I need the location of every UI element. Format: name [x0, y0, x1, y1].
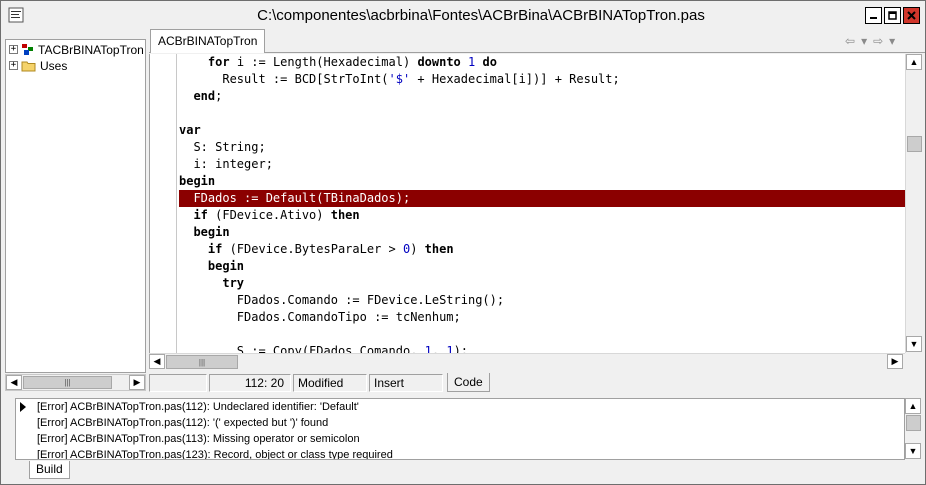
- message-item[interactable]: [Error] ACBrBINATopTron.pas(112): Undecl…: [37, 400, 359, 415]
- cursor-position: 112: 20: [209, 374, 291, 392]
- scroll-down-icon[interactable]: ▼: [906, 336, 922, 352]
- scroll-up-icon[interactable]: ▲: [905, 398, 921, 414]
- code-line: i: integer;: [179, 157, 273, 171]
- ide-window: C:\componentes\acbrbina\Fontes\ACBrBina\…: [0, 0, 926, 485]
- code-line: S: String;: [179, 140, 266, 154]
- tree-item-class[interactable]: + TACBrBINATopTron: [9, 42, 144, 57]
- scroll-thumb[interactable]: [907, 136, 922, 152]
- close-icon: [907, 11, 916, 20]
- message-item[interactable]: [Error] ACBrBINATopTron.pas(113): Missin…: [37, 432, 360, 447]
- scroll-right-icon[interactable]: ▶: [129, 375, 145, 390]
- scroll-thumb[interactable]: |||: [166, 355, 238, 369]
- expand-icon[interactable]: +: [9, 61, 18, 70]
- code-line: try: [222, 276, 245, 290]
- editor-horizontal-scrollbar[interactable]: ◀ ||| ▶: [149, 353, 905, 370]
- tab-code[interactable]: Code: [447, 373, 490, 392]
- insert-mode: Insert: [369, 374, 443, 392]
- tree-horizontal-scrollbar[interactable]: ◀ ||| ▶: [5, 374, 146, 391]
- code-line: var: [179, 123, 201, 137]
- status-blank-panel: [149, 374, 207, 392]
- scroll-thumb[interactable]: |||: [23, 376, 112, 389]
- modified-status: Modified: [293, 374, 367, 392]
- code-editor[interactable]: for i := Length(Hexadecimal) downto 1 do…: [149, 54, 905, 353]
- code-line: Result := BCD[StrToInt('$' + Hexadecimal…: [179, 72, 620, 86]
- expand-icon[interactable]: +: [9, 45, 18, 54]
- tree-item-uses[interactable]: + Uses: [9, 58, 67, 73]
- window-title: C:\componentes\acbrbina\Fontes\ACBrBina\…: [257, 7, 705, 24]
- scroll-down-icon[interactable]: ▼: [905, 443, 921, 459]
- editor-status-bar: 112: 20 Modified Insert Code: [149, 373, 925, 393]
- scroll-up-icon[interactable]: ▲: [906, 54, 922, 70]
- title-bar: C:\componentes\acbrbina\Fontes\ACBrBina\…: [1, 1, 925, 30]
- code-explorer-tree: + TACBrBINATopTron + Uses: [5, 39, 146, 373]
- maximize-icon: [888, 11, 897, 20]
- scroll-left-icon[interactable]: ◀: [149, 354, 165, 369]
- messages-panel: [Error] ACBrBINATopTron.pas(112): Undecl…: [15, 398, 905, 460]
- code-line: FDados.ComandoTipo := tcNenhum;: [179, 310, 461, 324]
- scroll-thumb[interactable]: [906, 415, 921, 431]
- message-item[interactable]: [Error] ACBrBINATopTron.pas(123): Record…: [37, 448, 393, 459]
- tab-file[interactable]: ACBrBINATopTron: [150, 29, 266, 53]
- code-line: for i := Length(Hexadecimal) downto 1 do: [207, 55, 497, 69]
- editor-vertical-scrollbar[interactable]: ▲ ▼: [905, 54, 923, 353]
- back-dropdown-icon[interactable]: ▾: [861, 34, 867, 48]
- back-arrow-icon[interactable]: ⇦: [845, 34, 855, 48]
- folder-icon: [21, 61, 36, 71]
- code-line: FDados.Comando := FDevice.LeString();: [179, 293, 505, 307]
- minimize-icon: [870, 17, 877, 19]
- forward-dropdown-icon[interactable]: ▾: [889, 34, 895, 48]
- scroll-left-icon[interactable]: ◀: [6, 375, 22, 390]
- tree-item-label: Uses: [40, 58, 68, 73]
- code-line-error-highlight: FDados := Default(TBinaDados);: [179, 190, 905, 207]
- current-message-arrow-icon: [20, 402, 26, 412]
- editor-tab-strip: ACBrBINATopTron ⇦ ▾ ⇨ ▾: [149, 29, 925, 53]
- messages-vertical-scrollbar[interactable]: ▲ ▼: [905, 398, 923, 460]
- class-icon: [22, 44, 33, 55]
- close-button[interactable]: [903, 7, 920, 24]
- code-line: begin: [207, 259, 245, 273]
- scroll-right-icon[interactable]: ▶: [887, 354, 903, 369]
- minimize-button[interactable]: [865, 7, 882, 24]
- code-line: end;: [193, 89, 223, 103]
- tree-item-label: TACBrBINATopTron: [38, 42, 144, 57]
- code-line: begin: [193, 225, 230, 239]
- code-line: if (FDevice.Ativo) then: [193, 208, 360, 222]
- maximize-button[interactable]: [884, 7, 901, 24]
- navigation-buttons: ⇦ ▾ ⇨ ▾: [845, 34, 895, 48]
- messages-margin: [7, 398, 15, 460]
- code-line: if (FDevice.BytesParaLer > 0) then: [207, 242, 454, 256]
- code-line: begin: [179, 174, 216, 188]
- app-icon: [8, 7, 24, 23]
- tab-build[interactable]: Build: [29, 461, 70, 479]
- message-item[interactable]: [Error] ACBrBINATopTron.pas(112): '(' ex…: [37, 416, 328, 431]
- editor-gutter: [150, 54, 177, 353]
- code-line: S := Copy(FDados.Comando, 1, 1);: [179, 344, 469, 353]
- forward-arrow-icon[interactable]: ⇨: [873, 34, 883, 48]
